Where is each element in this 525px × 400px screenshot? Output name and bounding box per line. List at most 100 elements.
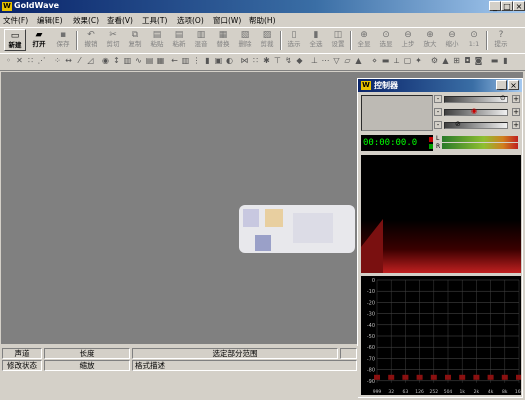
effect-icon[interactable]: ◐ [225, 56, 234, 66]
zoom-out-icon: ⊖ [448, 30, 456, 40]
new-button[interactable]: ▭ 新建 [4, 29, 26, 51]
cut-button[interactable]: ✂ 剪切 [102, 29, 124, 51]
volume-thumb-icon[interactable]: ⊙ [500, 94, 506, 102]
controller-window[interactable]: W 控制器 _ × - ⊙ + - ◉ + - ⊘ + 00:00:00.0 L… [357, 78, 523, 398]
effect-icon[interactable]: ◘ [463, 56, 472, 66]
copy-button[interactable]: ⧉ 复制 [124, 29, 146, 51]
effect-icon[interactable]: ▲ [441, 56, 450, 66]
select-all-button[interactable]: ▮ 全选 [305, 29, 327, 51]
effect-icon[interactable]: ⋮ [192, 56, 201, 66]
effect-icon[interactable]: ▱ [343, 56, 352, 66]
effect-icon[interactable]: ⋰ [37, 56, 46, 66]
menu-options[interactable]: 选项(O) [177, 15, 204, 26]
speed-thumb-icon[interactable]: ⊘ [455, 120, 461, 128]
effect-icon[interactable]: ↯ [284, 56, 293, 66]
volume-increase-button[interactable]: + [512, 95, 520, 103]
effect-icon[interactable]: ✱ [262, 56, 271, 66]
effect-icon[interactable]: ▢ [403, 56, 412, 66]
effect-icon[interactable]: ⋈ [240, 56, 249, 66]
effect-icon[interactable]: ▬ [490, 56, 499, 66]
menu-effects[interactable]: 效果(C) [73, 15, 99, 26]
effect-icon[interactable]: ∿ [134, 56, 143, 66]
effect-icon[interactable]: ⊥ [310, 56, 319, 66]
effect-icon[interactable]: ▽ [332, 56, 341, 66]
effect-icon[interactable]: ◆ [295, 56, 304, 66]
effect-icon[interactable]: ⊞ [452, 56, 461, 66]
spectrum-y-tick: -90 [367, 379, 375, 385]
menu-tools[interactable]: 工具(T) [142, 15, 167, 26]
tips-button[interactable]: ? 提示 [490, 29, 512, 51]
balance-decrease-button[interactable]: - [434, 108, 442, 116]
speed-slider[interactable]: - ⊘ + [434, 120, 520, 129]
menu-file[interactable]: 文件(F) [3, 15, 28, 26]
effect-icon[interactable]: ↔ [64, 56, 73, 66]
previous-view-button[interactable]: ⊖ 上步 [397, 29, 419, 51]
show-all-button[interactable]: ⊕ 全显 [353, 29, 375, 51]
effect-icon[interactable]: ▮ [203, 56, 212, 66]
effect-icon[interactable]: ▲ [354, 56, 363, 66]
open-button[interactable]: ▰ 打开 [28, 29, 50, 51]
effect-icon[interactable]: ⋯ [321, 56, 330, 66]
effect-icon[interactable]: ↕ [112, 56, 121, 66]
effect-icon[interactable]: ⊤ [273, 56, 282, 66]
effect-icon[interactable]: ▮ [501, 56, 510, 66]
effect-icon[interactable]: ⋄ [370, 56, 379, 66]
effect-icon[interactable]: ∷ [251, 56, 260, 66]
undo-button[interactable]: ↶ 撤销 [80, 29, 102, 51]
thumbnail-block [255, 235, 271, 251]
title-bar[interactable]: W GoldWave _ □ × [0, 0, 525, 13]
speed-track[interactable] [444, 122, 508, 129]
close-button[interactable]: × [513, 1, 525, 11]
effect-icon[interactable]: ✦ [414, 56, 423, 66]
effect-icon[interactable]: ▤ [145, 56, 154, 66]
delete-button[interactable]: ▧ 删除 [234, 29, 256, 51]
show-selection-button[interactable]: ▯ 选示 [283, 29, 305, 51]
paste-new-button[interactable]: ▤ 粘新 [168, 29, 190, 51]
effect-icon[interactable]: ◙ [474, 56, 483, 66]
effect-icon[interactable]: ▥ [123, 56, 132, 66]
minimize-button[interactable]: _ [489, 1, 501, 11]
volume-slider[interactable]: - ⊙ + [434, 94, 520, 103]
menu-window[interactable]: 窗口(W) [213, 15, 241, 26]
effect-icon[interactable]: ▣ [214, 56, 223, 66]
menu-view[interactable]: 查看(V) [107, 15, 133, 26]
balance-slider[interactable]: - ◉ + [434, 107, 520, 116]
mix-button[interactable]: ▥ 混音 [190, 29, 212, 51]
speed-increase-button[interactable]: + [512, 121, 520, 129]
effect-icon[interactable]: ◿ [86, 56, 95, 66]
menu-edit[interactable]: 编辑(E) [37, 15, 63, 26]
effect-icon[interactable]: ✕ [15, 56, 24, 66]
controller-close-button[interactable]: × [508, 80, 519, 90]
save-button[interactable]: ▪ 保存 [52, 29, 74, 51]
effect-icon[interactable]: ◦ [4, 56, 13, 66]
controller-title-bar[interactable]: W 控制器 _ × [358, 79, 522, 92]
balance-increase-button[interactable]: + [512, 108, 520, 116]
menu-help[interactable]: 帮助(H) [249, 15, 276, 26]
app-title: GoldWave [14, 1, 60, 10]
effect-icon[interactable]: ◉ [101, 56, 110, 66]
zoom-out-button[interactable]: ⊖ 缩小 [441, 29, 463, 51]
effect-icon[interactable]: ← [170, 56, 179, 66]
zoom-1-1-button[interactable]: ⊙ 1:1 [463, 29, 485, 51]
effect-icon[interactable]: ⁄ [75, 56, 84, 66]
effect-icon[interactable]: ▥ [181, 56, 190, 66]
set-button[interactable]: ◫ 设置 [327, 29, 349, 51]
effect-icon[interactable]: ▬ [381, 56, 390, 66]
maximize-button[interactable]: □ [501, 1, 513, 11]
effect-icon[interactable]: ⁘ [53, 56, 62, 66]
show-selected-button[interactable]: ⊙ 选显 [375, 29, 397, 51]
effect-icon[interactable]: ⚙ [430, 56, 439, 66]
speed-decrease-button[interactable]: - [434, 121, 442, 129]
controller-minimize-button[interactable]: _ [496, 80, 507, 90]
replace-button[interactable]: ▦ 替换 [212, 29, 234, 51]
paste-button[interactable]: ▤ 粘贴 [146, 29, 168, 51]
trim-button[interactable]: ▨ 剪裁 [256, 29, 278, 51]
effect-icon[interactable]: ▦ [156, 56, 165, 66]
status-extra-cell [340, 348, 357, 359]
volume-decrease-button[interactable]: - [434, 95, 442, 103]
effect-icon[interactable]: ⟂ [392, 56, 401, 66]
volume-track[interactable] [444, 96, 508, 103]
balance-thumb-icon[interactable]: ◉ [471, 107, 477, 115]
effect-icon[interactable]: ∷ [26, 56, 35, 66]
zoom-in-button[interactable]: ⊕ 放大 [419, 29, 441, 51]
